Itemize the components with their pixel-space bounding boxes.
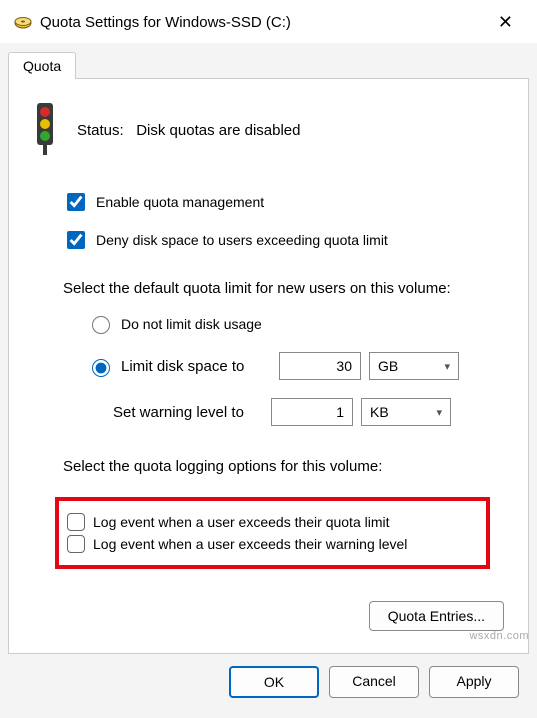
log-limit-checkbox[interactable]	[67, 513, 85, 531]
limit-unit-select[interactable]: GB ▾	[369, 352, 459, 380]
quota-entries-button[interactable]: Quota Entries...	[369, 601, 504, 631]
logging-heading: Select the quota logging options for thi…	[63, 458, 510, 475]
ok-button[interactable]: OK	[229, 666, 319, 698]
enable-quota-checkbox[interactable]	[67, 193, 85, 211]
status-label: Status:	[77, 122, 124, 139]
window: Quota Settings for Windows-SSD (C:) ✕ Qu…	[0, 0, 537, 664]
warning-level-label: Set warning level to	[113, 404, 263, 421]
log-limit-row: Log event when a user exceeds their quot…	[67, 513, 478, 531]
disk-icon	[14, 14, 32, 32]
enable-quota-row: Enable quota management	[63, 190, 510, 214]
warning-value-input[interactable]	[271, 398, 353, 426]
warning-unit-select[interactable]: KB ▾	[361, 398, 451, 426]
tab-quota[interactable]: Quota	[8, 52, 76, 79]
traffic-light-icon	[27, 101, 63, 160]
tab-strip: Quota	[8, 52, 529, 79]
close-button[interactable]: ✕	[488, 10, 523, 35]
log-warning-label: Log event when a user exceeds their warn…	[93, 536, 407, 552]
deny-space-label: Deny disk space to users exceeding quota…	[96, 232, 388, 248]
content-area: Quota Status: Disk quotas are disab	[0, 43, 537, 718]
do-not-limit-label: Do not limit disk usage	[121, 316, 262, 332]
window-title: Quota Settings for Windows-SSD (C:)	[40, 14, 488, 31]
tab-panel: Status: Disk quotas are disabled Enable …	[8, 78, 529, 654]
warning-unit-value: KB	[370, 404, 389, 420]
titlebar: Quota Settings for Windows-SSD (C:) ✕	[0, 0, 537, 43]
do-not-limit-row: Do not limit disk usage	[87, 313, 510, 334]
status-text: Status: Disk quotas are disabled	[77, 122, 300, 139]
default-limit-heading: Select the default quota limit for new u…	[63, 280, 510, 297]
apply-button[interactable]: Apply	[429, 666, 519, 698]
do-not-limit-radio[interactable]	[92, 316, 110, 334]
limit-space-row: Limit disk space to GB ▾	[87, 352, 510, 380]
chevron-down-icon: ▾	[444, 360, 450, 373]
limit-space-radio[interactable]	[92, 359, 110, 377]
chevron-down-icon: ▾	[436, 406, 442, 419]
log-warning-checkbox[interactable]	[67, 535, 85, 553]
deny-space-checkbox[interactable]	[67, 231, 85, 249]
log-limit-label: Log event when a user exceeds their quot…	[93, 514, 390, 530]
watermark-text: wsxdn.com	[469, 630, 529, 642]
limit-space-label: Limit disk space to	[121, 358, 271, 375]
limit-value-input[interactable]	[279, 352, 361, 380]
dialog-footer: OK Cancel Apply	[8, 654, 529, 710]
entries-row: Quota Entries...	[27, 601, 510, 631]
status-row: Status: Disk quotas are disabled	[27, 101, 510, 160]
cancel-button[interactable]: Cancel	[329, 666, 419, 698]
limit-unit-value: GB	[378, 358, 398, 374]
status-value: Disk quotas are disabled	[136, 122, 300, 139]
warning-level-row: Set warning level to KB ▾	[87, 398, 510, 426]
deny-space-row: Deny disk space to users exceeding quota…	[63, 228, 510, 252]
log-warning-row: Log event when a user exceeds their warn…	[67, 535, 478, 553]
logging-highlight-box: Log event when a user exceeds their quot…	[55, 497, 490, 569]
enable-quota-label: Enable quota management	[96, 194, 264, 210]
